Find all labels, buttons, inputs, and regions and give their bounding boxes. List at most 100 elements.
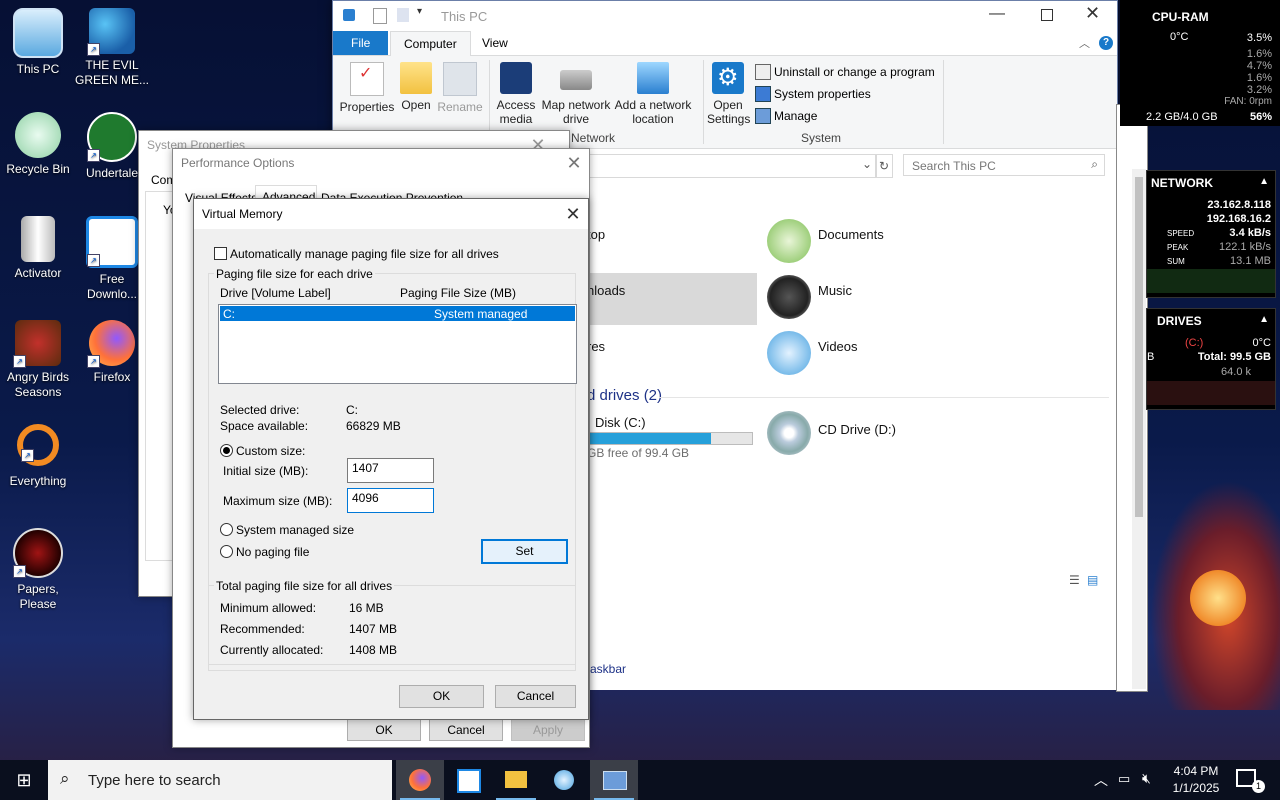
search-input[interactable]: Search This PC ⌕: [903, 154, 1105, 176]
qa-dropdown-icon[interactable]: ▾: [417, 6, 422, 17]
drive-total: Total: 99.5 GB: [1197, 351, 1271, 363]
cpu-core-2: 1.6%: [1246, 48, 1272, 60]
taskbar-system-properties[interactable]: [590, 760, 638, 800]
taskbar: ⊞ ⌕ Type here to search ︿ ▭ 🔇︎ 4:04 PM 1…: [0, 760, 1280, 800]
taskbar-search[interactable]: ⌕ Type here to search: [48, 760, 392, 800]
tiles-view-icon[interactable]: ▤: [1087, 573, 1098, 587]
sum-label: SUM: [1167, 257, 1185, 266]
collapse-ribbon-icon[interactable]: ︿: [1079, 35, 1090, 51]
content-pane: top nloads res Documents Music Videos d …: [587, 201, 1109, 591]
network-drive-icon: [560, 70, 592, 90]
this-pc-icon: [343, 9, 355, 21]
desktop-icon-activator[interactable]: Activator: [0, 216, 76, 281]
taskbar-firefox[interactable]: [396, 760, 444, 800]
desktop-icon-evil-green[interactable]: ↗ THE EVIL GREEN ME...: [74, 8, 150, 88]
open-button[interactable]: Open: [395, 62, 437, 112]
ok-button[interactable]: OK: [399, 685, 484, 708]
tab-computer[interactable]: Computer: [390, 31, 471, 56]
peak-value: 122.1 kB/s: [1219, 241, 1271, 253]
help-icon[interactable]: ?: [1099, 36, 1113, 50]
videos-icon: [767, 331, 811, 375]
min-value: 16 MB: [349, 601, 384, 615]
cancel-button[interactable]: Cancel: [495, 685, 576, 708]
monitor-icon: [13, 8, 63, 58]
custom-size-radio[interactable]: [220, 444, 233, 457]
clock[interactable]: 4:04 PM 1/1/2025: [1170, 763, 1222, 797]
system-properties-icon: [755, 86, 771, 102]
system-managed-radio[interactable]: [220, 523, 233, 536]
collapse-icon[interactable]: ▲: [1259, 314, 1269, 325]
virtual-memory-title: Virtual Memory: [202, 207, 283, 221]
chevron-down-icon[interactable]: ⌄: [862, 157, 872, 171]
scrollbar[interactable]: [1132, 169, 1146, 689]
cpu-core-3: 4.7%: [1246, 60, 1272, 72]
virtual-memory-dialog: Virtual Memory ✕ Automatically manage pa…: [193, 198, 589, 720]
selected-drive-label: Selected drive:: [220, 403, 300, 417]
drive-d-label[interactable]: CD Drive (D:): [818, 422, 896, 437]
drive-list[interactable]: C: System managed: [218, 304, 577, 384]
drives-title: DRIVES: [1157, 314, 1202, 328]
close-icon[interactable]: ✕: [558, 202, 588, 226]
desktop-icon-label: THE EVIL GREEN ME...: [74, 58, 149, 87]
volume-muted-icon[interactable]: 🔇︎: [1142, 770, 1151, 787]
start-windows-icon[interactable]: ⊞: [0, 760, 48, 800]
close-icon[interactable]: ✕: [1085, 3, 1100, 24]
address-bar[interactable]: ⌄: [587, 154, 877, 178]
open-label: Open: [401, 98, 431, 112]
tab-file[interactable]: File: [333, 31, 389, 55]
desktop-icon-label: Everything: [9, 474, 67, 488]
rename-button[interactable]: Rename: [437, 62, 483, 114]
add-network-location-button[interactable]: Add a network location: [613, 62, 693, 126]
collapse-icon[interactable]: ▲: [1259, 176, 1269, 187]
properties-button[interactable]: ✓ Properties: [339, 62, 395, 114]
drive-c-label[interactable]: Disk (C:): [595, 415, 646, 430]
chevron-up-icon[interactable]: ︿: [1094, 770, 1108, 790]
folder-downloads-selected[interactable]: nloads: [587, 273, 757, 325]
desktop-icon-everything[interactable]: ↗ Everything: [0, 424, 76, 489]
tab-view[interactable]: View: [469, 31, 521, 55]
total-group-label: Total paging file size for all drives: [214, 579, 395, 593]
scrollbar-thumb[interactable]: [1135, 177, 1143, 517]
folder-documents[interactable]: Documents: [818, 227, 884, 242]
access-media-button[interactable]: Access media: [493, 62, 539, 126]
taskbar-free-download[interactable]: [444, 760, 492, 800]
auto-manage-checkbox[interactable]: [214, 247, 227, 260]
new-folder-qa-icon[interactable]: [397, 8, 409, 22]
desktop-icon-recycle-bin[interactable]: Recycle Bin: [0, 112, 76, 177]
max-size-input[interactable]: 4096: [347, 488, 434, 513]
open-settings-button[interactable]: ⚙ Open Settings: [707, 62, 751, 126]
desktop-icon-angry-birds[interactable]: ↗ Angry Birds Seasons: [0, 320, 76, 400]
refresh-icon[interactable]: ↻: [875, 154, 893, 178]
initial-size-input[interactable]: 1407: [347, 458, 434, 483]
desktop-icon-label: Recycle Bin: [6, 162, 70, 176]
background-window-edge: ✕: [1116, 104, 1148, 692]
folder-music[interactable]: Music: [818, 283, 852, 298]
manage-button[interactable]: Manage: [774, 109, 817, 123]
taskbar-app[interactable]: [540, 760, 588, 800]
maximize-icon[interactable]: [1041, 9, 1053, 21]
drive-row[interactable]: C: System managed: [220, 306, 575, 321]
wallpaper-lantern: [1190, 570, 1246, 626]
properties-icon: ✓: [350, 62, 384, 96]
ok-button[interactable]: OK: [347, 719, 421, 741]
angry-birds-icon: ↗: [13, 320, 61, 368]
close-icon[interactable]: ✕: [559, 151, 589, 175]
system-properties-button[interactable]: System properties: [774, 87, 871, 101]
apply-button[interactable]: Apply: [511, 719, 585, 741]
network-icon[interactable]: ▭: [1118, 771, 1130, 787]
no-paging-radio[interactable]: [220, 545, 233, 558]
minimize-icon[interactable]: —: [989, 5, 1005, 23]
set-button[interactable]: Set: [481, 539, 568, 564]
taskbar-link[interactable]: askbar: [590, 662, 626, 676]
desktop-icon-papers-please[interactable]: ↗ Papers, Please: [0, 528, 76, 612]
uninstall-button[interactable]: Uninstall or change a program: [774, 65, 935, 79]
map-drive-button[interactable]: Map network drive: [539, 62, 613, 126]
selected-drive-value: C:: [346, 403, 358, 417]
open-settings-label: Open Settings: [707, 98, 751, 126]
taskbar-file-explorer[interactable]: [492, 760, 540, 800]
folder-videos[interactable]: Videos: [818, 339, 858, 354]
details-view-icon[interactable]: ☰: [1069, 573, 1080, 587]
properties-qa-icon[interactable]: [373, 8, 387, 24]
cancel-button[interactable]: Cancel: [429, 719, 503, 741]
desktop-icon-this-pc[interactable]: This PC: [0, 8, 76, 77]
